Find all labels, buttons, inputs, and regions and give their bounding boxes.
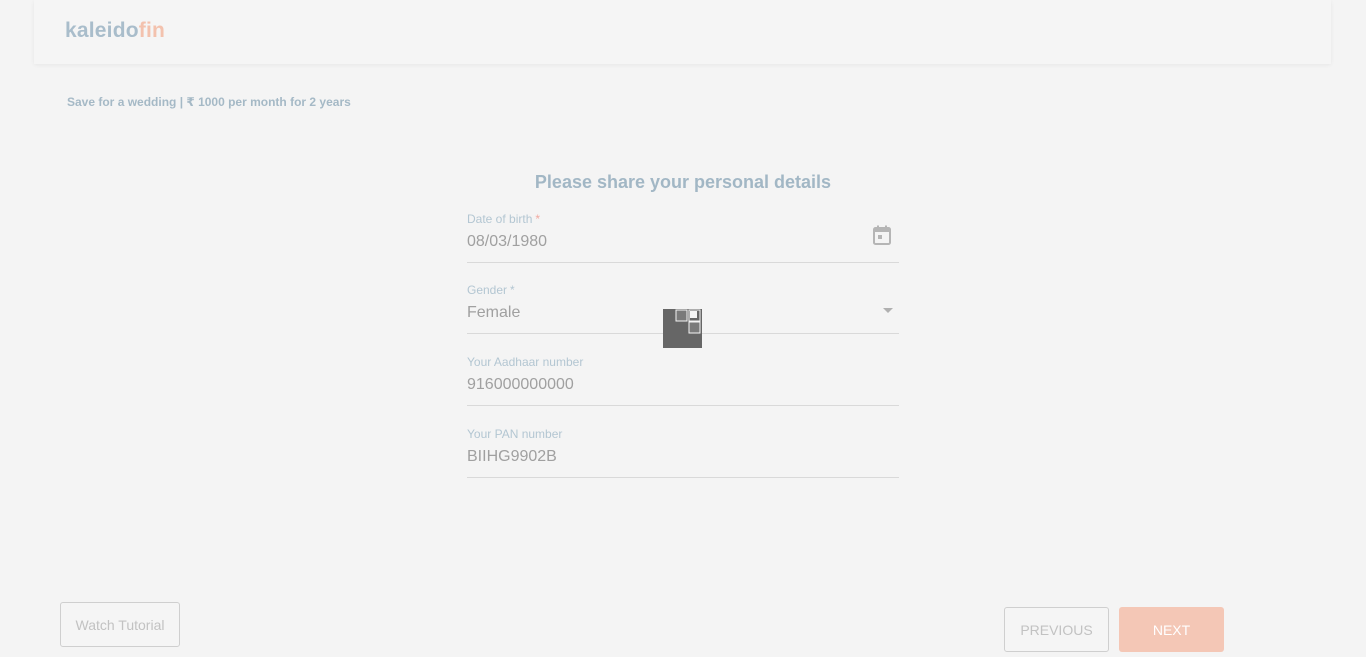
previous-button[interactable]: PREVIOUS [1004, 607, 1109, 652]
plan-summary: Save for a wedding | ₹ 1000 per month fo… [67, 95, 351, 109]
aadhaar-field[interactable]: Your Aadhaar number 916000000000 [467, 355, 899, 406]
next-button[interactable]: NEXT [1119, 607, 1224, 652]
aadhaar-input[interactable]: 916000000000 [467, 376, 574, 394]
form-title: Please share your personal details [534, 172, 832, 192]
pan-label: Your PAN number [467, 427, 563, 441]
dob-value[interactable]: 08/03/1980 [467, 233, 547, 251]
watch-tutorial-button[interactable]: Watch Tutorial [60, 602, 180, 647]
app-header: kaleidofin [34, 0, 1331, 64]
gender-value[interactable]: Female [467, 304, 520, 322]
dob-field[interactable]: Date of birth * 08/03/1980 [467, 212, 899, 263]
chevron-down-icon[interactable] [883, 308, 893, 313]
logo-text-kaleido: kaleido [65, 19, 139, 42]
gender-label: Gender * [467, 283, 515, 297]
pan-field[interactable]: Your PAN number BIIHG9902B [467, 427, 899, 478]
loading-spinner-icon [663, 309, 702, 348]
logo[interactable]: kaleidofin [65, 19, 165, 43]
aadhaar-label: Your Aadhaar number [467, 355, 584, 369]
logo-text-fin: fin [138, 19, 166, 42]
required-marker: * [510, 283, 515, 297]
pan-input[interactable]: BIIHG9902B [467, 448, 557, 466]
required-marker: * [535, 212, 541, 226]
calendar-icon[interactable] [873, 225, 891, 245]
dob-label: Date of birth * [467, 212, 541, 226]
